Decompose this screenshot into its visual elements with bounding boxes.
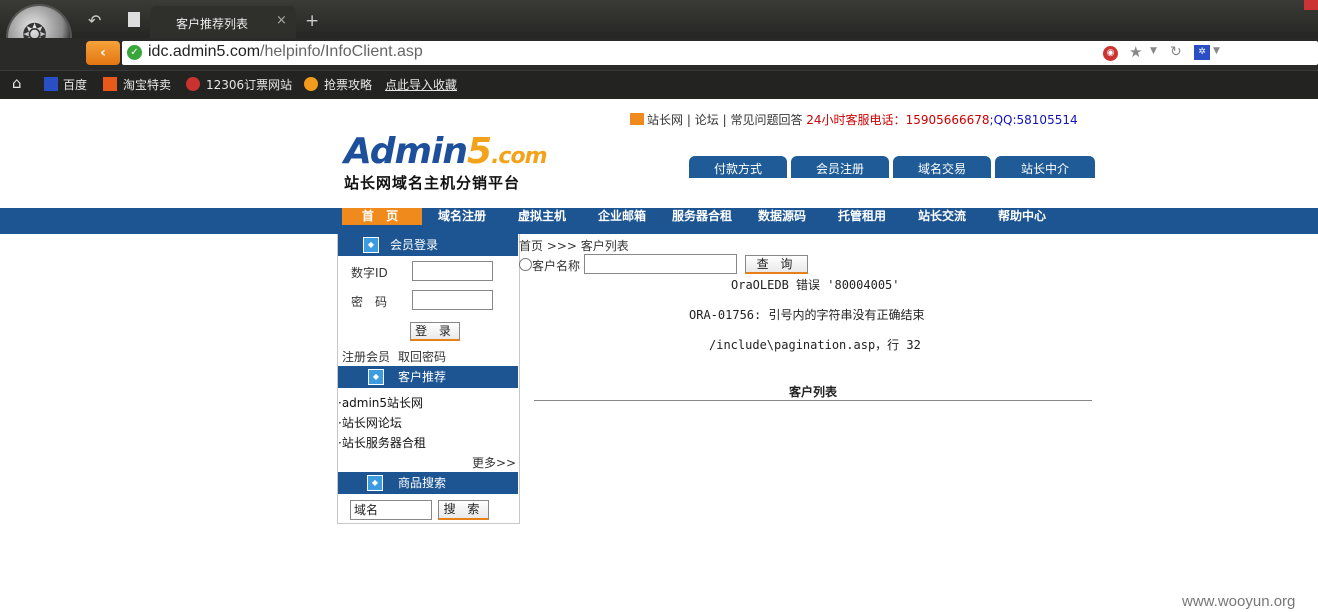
search-header: ◆ 商品搜索 <box>338 472 518 494</box>
diamond-icon: ◆ <box>368 369 384 385</box>
error-location: /include\pagination.asp，行 32 <box>709 338 921 352</box>
undo-close-tab-icon[interactable]: ↶ <box>88 11 101 30</box>
tab-title: 客户推荐列表 <box>176 17 249 31</box>
password-input[interactable] <box>412 290 493 310</box>
bookmark-12306[interactable]: 12306订票网站 <box>206 76 292 93</box>
customer-name-label: 客户名称 <box>532 259 581 273</box>
id-label: 数字ID <box>351 266 388 280</box>
link-site[interactable]: 站长网 <box>647 113 683 127</box>
logo-com: .com <box>491 144 547 169</box>
logo-five: 5 <box>467 131 492 172</box>
chevron-down-icon[interactable]: ▼ <box>1150 46 1157 56</box>
baidu-icon <box>44 77 58 91</box>
divider <box>534 400 1092 401</box>
search-engine-icon[interactable]: ✲ <box>1194 45 1210 60</box>
logo-subtitle: 站长网域名主机分销平台 <box>344 174 521 192</box>
id-input[interactable] <box>412 261 493 281</box>
chevron-down-icon[interactable]: ▼ <box>1213 46 1220 56</box>
product-search-button[interactable]: 搜 索 <box>438 500 489 520</box>
bookmark-taobao[interactable]: 淘宝特卖 <box>123 76 171 93</box>
new-tab-button[interactable]: + <box>305 11 319 31</box>
top-links: 站长网 | 论坛 | 常见问题回答 24小时客服电话：15905666678;Q… <box>630 111 1078 128</box>
back-button[interactable]: ‹ <box>86 41 120 65</box>
recommend-item[interactable]: ·站长网论坛 <box>338 414 402 431</box>
bookmark-ticket-guide[interactable]: 抢票攻略 <box>324 76 372 93</box>
nav-server[interactable]: 服务器合租 <box>672 208 732 225</box>
password-label: 密 码 <box>351 295 388 309</box>
hotline-phone: 15905666678 <box>905 113 990 127</box>
more-link[interactable]: 更多>> <box>472 454 516 471</box>
login-header: ◆ 会员登录 <box>338 234 518 256</box>
diamond-icon: ◆ <box>367 475 383 491</box>
query-button[interactable]: 查 询 <box>745 255 808 274</box>
error-message: ORA-01756: 引号内的字符串没有正确结束 <box>689 308 925 322</box>
product-search-input[interactable]: 域名 <box>350 500 432 520</box>
list-title: 客户列表 <box>789 385 838 399</box>
search-title: 商品搜索 <box>398 476 447 490</box>
error-title: OraOLEDB 错误 '80004005' <box>731 278 900 292</box>
bookmark-baidu[interactable]: 百度 <box>63 76 87 93</box>
register-link[interactable]: 注册会员 <box>342 348 390 365</box>
site-icon <box>630 113 644 125</box>
customer-name-radio[interactable] <box>519 258 532 271</box>
url-text[interactable]: idc.admin5.com/helpinfo/InfoClient.asp <box>148 43 423 61</box>
customer-name-input[interactable] <box>584 254 737 274</box>
watermark: www.wooyun.org <box>1182 593 1296 610</box>
tab-broker[interactable]: 站长中介 <box>995 156 1095 178</box>
recommend-item[interactable]: ·站长服务器合租 <box>338 434 426 451</box>
reload-icon[interactable]: ↻ <box>1170 44 1182 60</box>
nav-colocation[interactable]: 托管租用 <box>838 208 886 225</box>
url-host: idc.admin5.com <box>148 43 261 60</box>
url-path: /helpinfo/InfoClient.asp <box>260 43 423 60</box>
nav-email[interactable]: 企业邮箱 <box>598 208 646 225</box>
nav-community[interactable]: 站长交流 <box>918 208 966 225</box>
nav-help[interactable]: 帮助中心 <box>998 208 1046 225</box>
nav-home[interactable]: 首 页 <box>342 208 422 225</box>
logo-text: Admin <box>344 131 468 172</box>
breadcrumb: 首页 >>> 客户列表 <box>519 239 629 253</box>
taobao-icon <box>103 77 117 91</box>
recommend-title: 客户推荐 <box>398 370 447 384</box>
separator: | <box>722 113 727 127</box>
train-icon <box>186 77 200 91</box>
site-logo[interactable]: Admin5.com <box>344 131 548 172</box>
main-nav <box>0 208 1318 234</box>
bookmark-star-icon[interactable]: ★ <box>1129 43 1142 61</box>
nav-hosting[interactable]: 虚拟主机 <box>518 208 566 225</box>
recommend-item[interactable]: ·admin5站长网 <box>338 394 423 411</box>
page-icon <box>128 12 140 27</box>
qq-number: ;QQ:58105514 <box>989 113 1078 127</box>
login-title: 会员登录 <box>390 238 439 252</box>
corner-badge-icon[interactable] <box>1304 0 1318 10</box>
diamond-icon: ◆ <box>363 237 379 253</box>
home-icon[interactable]: ⌂ <box>12 74 22 92</box>
separator: | <box>686 113 691 127</box>
secure-shield-icon: ✓ <box>127 45 142 60</box>
forgot-password-link[interactable]: 取回密码 <box>398 348 446 365</box>
bookmark-import[interactable]: 点此导入收藏 <box>385 76 457 93</box>
tab-domain-trade[interactable]: 域名交易 <box>893 156 991 178</box>
login-button[interactable]: 登 录 <box>410 322 460 341</box>
tab-payment[interactable]: 付款方式 <box>689 156 787 178</box>
tab-close-icon[interactable]: × <box>276 13 287 28</box>
recommend-header: ◆ 客户推荐 <box>338 366 518 388</box>
nav-source[interactable]: 数据源码 <box>758 208 806 225</box>
link-forum[interactable]: 论坛 <box>695 113 719 127</box>
nav-domain[interactable]: 域名注册 <box>438 208 486 225</box>
rss-icon[interactable]: ◉ <box>1103 46 1118 61</box>
hotline-label: 24小时客服电话： <box>806 113 906 127</box>
tab-register[interactable]: 会员注册 <box>791 156 889 178</box>
ticket-icon <box>304 77 318 91</box>
link-faq[interactable]: 常见问题回答 <box>730 113 802 127</box>
